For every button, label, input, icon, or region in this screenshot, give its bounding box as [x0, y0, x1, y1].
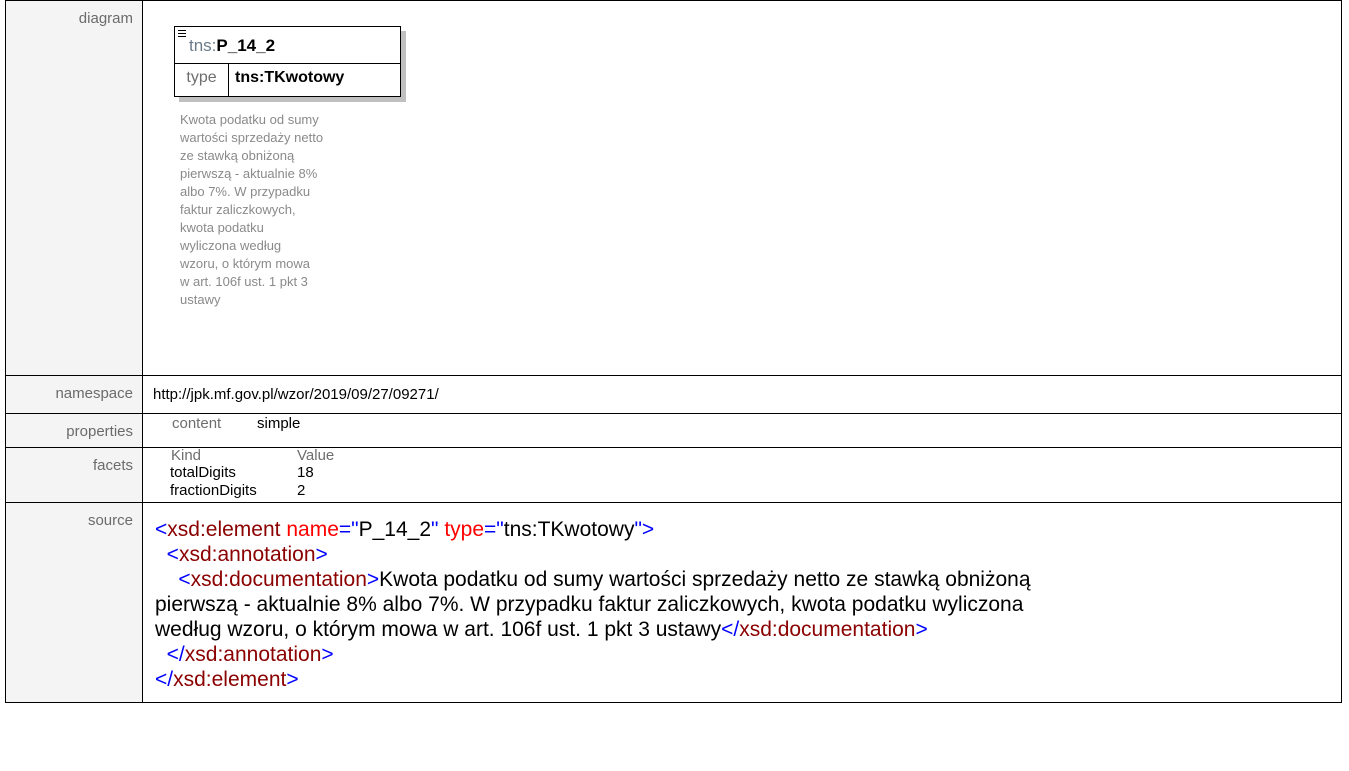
facet-value: 2	[297, 482, 306, 499]
diagram-row: diagram tns:P_14_2 type tns:TKwotowy Kwo…	[5, 0, 1342, 376]
documentation-line: wyliczona według	[180, 238, 282, 253]
documentation-line: wzoru, o którym mowa	[180, 256, 311, 271]
diagram-cell: tns:P_14_2 type tns:TKwotowy Kwota podat…	[142, 0, 1342, 376]
property-key: content	[172, 415, 222, 432]
properties-table: content simple	[143, 414, 1341, 447]
source-line: <xsd:element name="P_14_2" type="tns:TKw…	[155, 518, 655, 541]
element-box[interactable]: tns:P_14_2 type tns:TKwotowy	[174, 26, 401, 97]
namespace-row: namespace http://jpk.mf.gov.pl/wzor/2019…	[5, 375, 1342, 414]
source-code: <xsd:element name="P_14_2" type="tns:TKw…	[143, 503, 1341, 692]
documentation-line: kwota podatku	[180, 220, 264, 235]
element-name: tns:P_14_2	[189, 36, 276, 55]
diagram-label: diagram	[5, 0, 143, 376]
element-documentation-table: diagram tns:P_14_2 type tns:TKwotowy Kwo…	[5, 0, 1342, 703]
diagram-documentation-text: Kwota podatku od sumy wartości sprzedaży …	[180, 111, 385, 309]
facet-kind: fractionDigits	[170, 482, 257, 499]
documentation-line: faktur zaliczkowych,	[180, 202, 296, 217]
property-value: simple	[257, 415, 301, 432]
type-value: tns:TKwotowy	[235, 69, 345, 86]
type-label: type	[175, 63, 229, 96]
facets-kind-header: Kind	[171, 447, 202, 464]
facets-table: Kind Value totalDigits 18 fractionDigits…	[143, 447, 1341, 502]
facet-value: 18	[297, 464, 314, 481]
properties-label: properties	[5, 413, 143, 448]
facet-kind: totalDigits	[170, 464, 236, 481]
facets-value-header: Value	[297, 447, 335, 464]
facets-row: facets Kind Value totalDigits 18 fractio…	[5, 447, 1342, 503]
source-line: <xsd:annotation>	[166, 543, 328, 566]
documentation-line: albo 7%. W przypadku	[180, 184, 311, 199]
documentation-line: ustawy	[180, 292, 221, 307]
source-line: pierwszą - aktualnie 8% albo 7%. W przyp…	[155, 593, 1024, 616]
documentation-line: w art. 106f ust. 1 pkt 3	[180, 274, 308, 289]
annotation-lines-icon	[178, 30, 186, 39]
source-row: source <xsd:element name="P_14_2" type="…	[5, 502, 1342, 703]
namespace-label: namespace	[5, 375, 143, 414]
source-line: </xsd:element>	[155, 668, 299, 691]
diagram-canvas: tns:P_14_2 type tns:TKwotowy Kwota podat…	[143, 1, 1341, 375]
documentation-line: pierwszą - aktualnie 8%	[180, 166, 318, 181]
facets-label: facets	[5, 447, 143, 503]
namespace-value: http://jpk.mf.gov.pl/wzor/2019/09/27/092…	[153, 386, 439, 403]
source-label: source	[5, 502, 143, 703]
properties-row: properties content simple	[5, 413, 1342, 448]
source-line: według wzoru, o którym mowa w art. 106f …	[155, 618, 928, 641]
documentation-line: Kwota podatku od sumy	[180, 112, 319, 127]
source-line: </xsd:annotation>	[166, 643, 334, 666]
documentation-line: wartości sprzedaży netto	[180, 130, 324, 145]
documentation-line: ze stawką obniżoną	[180, 148, 295, 163]
element-box-header: tns:P_14_2	[175, 27, 400, 64]
source-line: <xsd:documentation>Kwota podatku od sumy…	[178, 568, 1031, 591]
